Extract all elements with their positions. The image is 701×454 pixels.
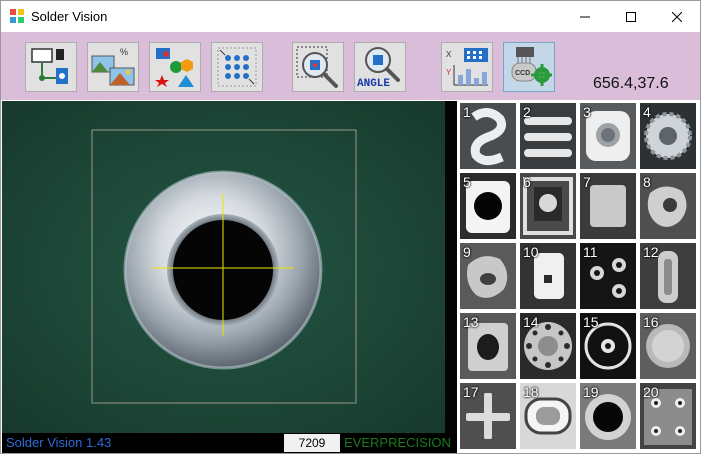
maximize-icon [626, 11, 636, 22]
svg-text:X: X [446, 50, 452, 59]
ccd-settings-tool[interactable]: CCD [503, 42, 555, 92]
thumbnail-13[interactable]: 13 [460, 313, 516, 379]
thumbnail-9[interactable]: 9 [460, 243, 516, 309]
minimize-icon [580, 16, 590, 17]
status-bar: Solder Vision 1.43 7209 EVERPRECISION [2, 433, 457, 453]
thumbnail-5[interactable]: 5 [460, 173, 516, 239]
thumbnail-2[interactable]: 2 [520, 103, 576, 169]
landscape-percent-icon: % [91, 47, 135, 86]
cursor-coordinates: 656.4,37.6 [593, 75, 669, 92]
svg-text:%: % [120, 47, 128, 57]
thumbnail-8[interactable]: 8 [640, 173, 696, 239]
thumbnail-19[interactable]: 19 [580, 383, 636, 449]
thumbnail-11[interactable]: 11 [580, 243, 636, 309]
toolbar: % ANGLE X Y CCD 656.4,37.6 [1, 32, 700, 100]
camera-connect-icon [31, 48, 68, 84]
shapes-tool[interactable] [149, 42, 201, 92]
maximize-button[interactable] [608, 1, 654, 32]
xy-chart-icon: X Y [446, 48, 488, 86]
magnifier-angle-icon: ANGLE [357, 47, 400, 90]
magnifier-center-icon [296, 46, 338, 88]
thumbnail-3[interactable]: 3 [580, 103, 636, 169]
minimize-button[interactable] [562, 1, 608, 32]
window-title: Solder Vision [31, 9, 108, 24]
brand-label: EVERPRECISION [344, 435, 451, 450]
thumbnail-10[interactable]: 10 [520, 243, 576, 309]
xy-chart-tool[interactable]: X Y [441, 42, 493, 92]
template-thumbnail-panel: 1 2 3 4 5 6 7 8 9 10 11 12 13 14 15 16 1… [457, 101, 700, 453]
frame-count: 7209 [284, 434, 340, 452]
thumbnail-1[interactable]: 1 [460, 103, 516, 169]
thumbnail-6[interactable]: 6 [520, 173, 576, 239]
thumbnail-15[interactable]: 15 [580, 313, 636, 379]
center-find-tool[interactable] [292, 42, 344, 92]
thumbnail-4[interactable]: 4 [640, 103, 696, 169]
thumbnail-20[interactable]: 20 [640, 383, 696, 449]
close-button[interactable] [654, 1, 700, 32]
dot-grid-icon [217, 47, 257, 87]
thumbnail-12[interactable]: 12 [640, 243, 696, 309]
thumbnail-14[interactable]: 14 [520, 313, 576, 379]
thumbnail-7[interactable]: 7 [580, 173, 636, 239]
thumbnail-17[interactable]: 17 [460, 383, 516, 449]
connect-camera-tool[interactable] [25, 42, 77, 92]
grid-points-tool[interactable] [211, 42, 263, 92]
angle-tool[interactable]: ANGLE [354, 42, 406, 92]
thumbnail-16[interactable]: 16 [640, 313, 696, 379]
app-version: Solder Vision 1.43 [6, 435, 112, 450]
svg-text:ANGLE: ANGLE [357, 78, 390, 90]
thumbnail-18[interactable]: 18 [520, 383, 576, 449]
title-bar: Solder Vision [1, 1, 700, 32]
camera-image [2, 101, 445, 433]
shapes-icon [155, 48, 194, 87]
ccd-gear-icon: CCD [511, 47, 552, 86]
view-divider [445, 101, 457, 433]
svg-text:Y: Y [446, 68, 452, 77]
close-icon [672, 11, 682, 22]
solder-vision-window: Solder Vision % ANGLE X Y CCD 656.4,37.6… [0, 0, 701, 454]
app-icon [10, 9, 24, 23]
svg-text:CCD: CCD [515, 70, 530, 77]
camera-view[interactable] [2, 101, 445, 433]
image-adjust-tool[interactable]: % [87, 42, 139, 92]
